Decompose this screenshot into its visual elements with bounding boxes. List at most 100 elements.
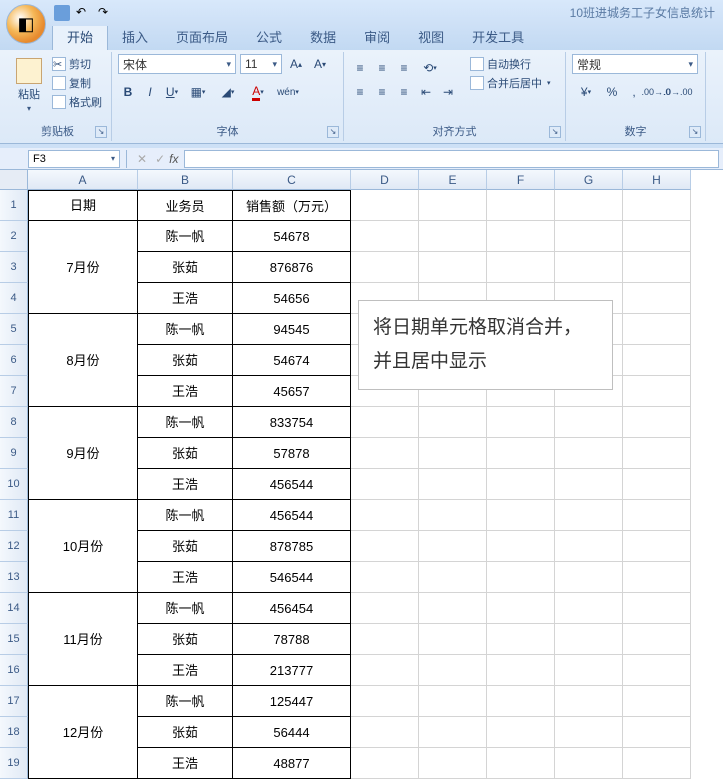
- cell[interactable]: [623, 283, 691, 314]
- cell[interactable]: [555, 686, 623, 717]
- col-header-D[interactable]: D: [351, 170, 419, 190]
- cell[interactable]: 王浩: [138, 562, 233, 593]
- borders-button[interactable]: ▦▾: [184, 82, 212, 102]
- cell[interactable]: [351, 500, 419, 531]
- cell[interactable]: [555, 655, 623, 686]
- tab-insert[interactable]: 插入: [108, 23, 162, 50]
- cell[interactable]: [419, 500, 487, 531]
- row-header-19[interactable]: 19: [0, 748, 28, 779]
- cell[interactable]: 张茹: [138, 717, 233, 748]
- number-format-combo[interactable]: 常规▾: [572, 54, 698, 74]
- cell[interactable]: 94545: [233, 314, 351, 345]
- qat-save-icon[interactable]: [54, 5, 70, 21]
- decrease-font-button[interactable]: A▾: [310, 54, 330, 74]
- align-right-button[interactable]: ≡: [394, 82, 414, 102]
- qat-redo-icon[interactable]: ↷: [98, 5, 114, 21]
- formula-input[interactable]: [184, 150, 719, 168]
- cell[interactable]: [623, 531, 691, 562]
- underline-button[interactable]: U▾: [162, 82, 182, 102]
- percent-button[interactable]: %: [602, 82, 622, 102]
- cell[interactable]: 王浩: [138, 469, 233, 500]
- font-size-combo[interactable]: 11▾: [240, 54, 282, 74]
- row-header-3[interactable]: 3: [0, 252, 28, 283]
- tab-view[interactable]: 视图: [404, 23, 458, 50]
- cell[interactable]: [487, 531, 555, 562]
- cell[interactable]: [623, 624, 691, 655]
- cell[interactable]: [419, 717, 487, 748]
- cell[interactable]: 张茹: [138, 438, 233, 469]
- align-center-button[interactable]: ≡: [372, 82, 392, 102]
- cell[interactable]: [351, 190, 419, 221]
- cell[interactable]: 王浩: [138, 655, 233, 686]
- cell[interactable]: [351, 593, 419, 624]
- font-color-button[interactable]: A▾: [244, 82, 272, 102]
- cell[interactable]: 878785: [233, 531, 351, 562]
- cell[interactable]: [419, 655, 487, 686]
- cell[interactable]: [623, 221, 691, 252]
- cell[interactable]: [487, 221, 555, 252]
- row-header-2[interactable]: 2: [0, 221, 28, 252]
- cell[interactable]: 833754: [233, 407, 351, 438]
- cell[interactable]: [623, 655, 691, 686]
- font-dialog-launcher[interactable]: ↘: [327, 126, 339, 138]
- cell[interactable]: [351, 438, 419, 469]
- office-button[interactable]: ◧: [6, 4, 46, 44]
- cell[interactable]: 张茹: [138, 624, 233, 655]
- tab-data[interactable]: 数据: [296, 23, 350, 50]
- cell[interactable]: 57878: [233, 438, 351, 469]
- cell[interactable]: [351, 717, 419, 748]
- cell[interactable]: [351, 624, 419, 655]
- cell[interactable]: 456454: [233, 593, 351, 624]
- cell[interactable]: [623, 717, 691, 748]
- cell[interactable]: [623, 376, 691, 407]
- cell[interactable]: [419, 190, 487, 221]
- col-header-G[interactable]: G: [555, 170, 623, 190]
- row-header-4[interactable]: 4: [0, 283, 28, 314]
- cell[interactable]: 张茹: [138, 345, 233, 376]
- cell[interactable]: [487, 252, 555, 283]
- cell[interactable]: [351, 407, 419, 438]
- cell[interactable]: [487, 469, 555, 500]
- qat-undo-icon[interactable]: ↶: [76, 5, 92, 21]
- row-header-17[interactable]: 17: [0, 686, 28, 717]
- cell[interactable]: [419, 686, 487, 717]
- cell[interactable]: 54678: [233, 221, 351, 252]
- col-header-F[interactable]: F: [487, 170, 555, 190]
- merge-center-button[interactable]: 合并后居中▾: [470, 75, 551, 91]
- cell[interactable]: 125447: [233, 686, 351, 717]
- enter-icon[interactable]: ✓: [155, 152, 165, 166]
- cell[interactable]: [487, 593, 555, 624]
- cell[interactable]: [623, 190, 691, 221]
- row-header-16[interactable]: 16: [0, 655, 28, 686]
- cell[interactable]: [555, 407, 623, 438]
- cell[interactable]: [351, 562, 419, 593]
- cell[interactable]: 陈一帆: [138, 686, 233, 717]
- tab-developer[interactable]: 开发工具: [458, 23, 538, 50]
- cell[interactable]: [351, 531, 419, 562]
- select-all-corner[interactable]: [0, 170, 28, 190]
- cell[interactable]: 陈一帆: [138, 407, 233, 438]
- cell[interactable]: [487, 748, 555, 779]
- cell[interactable]: [351, 469, 419, 500]
- tab-formulas[interactable]: 公式: [242, 23, 296, 50]
- cell[interactable]: 56444: [233, 717, 351, 748]
- cell[interactable]: 9月份: [28, 407, 138, 500]
- phonetic-button[interactable]: wén▾: [274, 82, 302, 102]
- cell[interactable]: 王浩: [138, 283, 233, 314]
- cell[interactable]: [487, 190, 555, 221]
- cell[interactable]: 54674: [233, 345, 351, 376]
- cell[interactable]: 王浩: [138, 376, 233, 407]
- decrease-decimal-button[interactable]: .0→.00: [668, 82, 688, 102]
- cell[interactable]: 213777: [233, 655, 351, 686]
- cell-grid[interactable]: 业务员销售额（万元）陈一帆54678张茹876876王浩54656陈一帆9454…: [28, 190, 691, 779]
- cell[interactable]: 546544: [233, 562, 351, 593]
- cell[interactable]: [623, 500, 691, 531]
- cell[interactable]: 456544: [233, 500, 351, 531]
- row-header-10[interactable]: 10: [0, 469, 28, 500]
- copy-button[interactable]: 复制: [52, 75, 102, 91]
- cell[interactable]: [623, 748, 691, 779]
- cell[interactable]: 7月份: [28, 221, 138, 314]
- cell[interactable]: [623, 345, 691, 376]
- font-name-combo[interactable]: 宋体▾: [118, 54, 236, 74]
- align-bottom-button[interactable]: ≡: [394, 58, 414, 78]
